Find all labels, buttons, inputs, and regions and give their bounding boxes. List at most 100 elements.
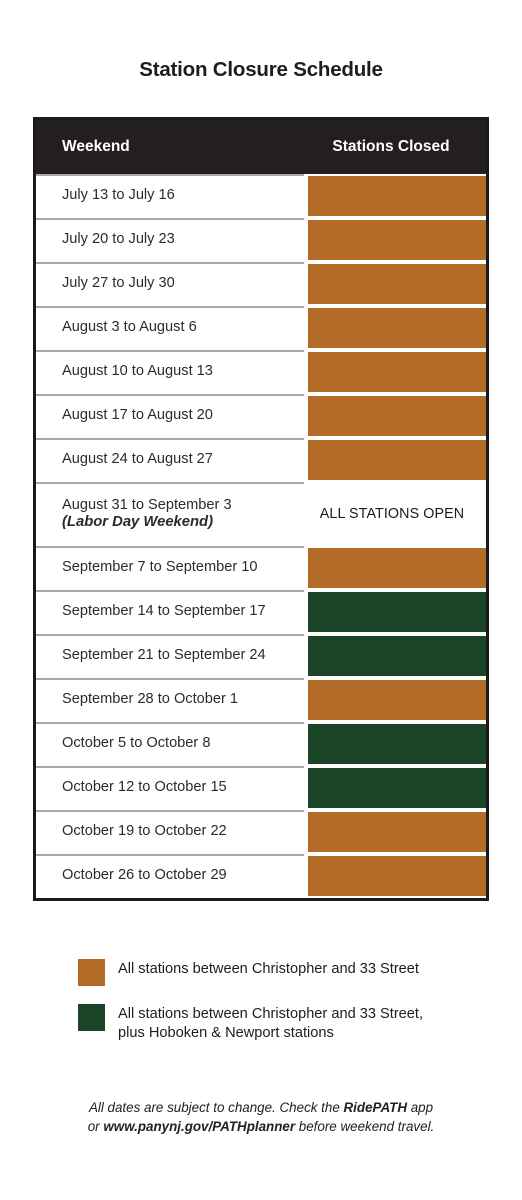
weekend-dates: October 19 to October 22 xyxy=(62,823,227,840)
weekend-cell: July 13 to July 16 xyxy=(36,187,304,204)
closure-color-block-green xyxy=(308,724,486,764)
weekend-dates: September 21 to September 24 xyxy=(62,647,266,664)
row-divider xyxy=(36,722,304,724)
closure-color-block-orange xyxy=(308,176,486,216)
legend: All stations between Christopher and 33 … xyxy=(78,958,498,1059)
weekend-dates: July 13 to July 16 xyxy=(62,187,175,204)
closure-color-block-orange xyxy=(308,396,486,436)
weekend-cell: August 10 to August 13 xyxy=(36,363,304,380)
closure-color-block-orange xyxy=(308,440,486,480)
weekend-cell: September 28 to October 1 xyxy=(36,691,304,708)
weekend-dates: July 27 to July 30 xyxy=(62,275,175,292)
row-divider xyxy=(36,634,304,636)
row-divider xyxy=(36,438,304,440)
table-row: September 14 to September 17 xyxy=(36,590,486,634)
table-row: September 7 to September 10 xyxy=(36,546,486,590)
stations-closed-cell xyxy=(304,350,486,394)
closure-color-block-orange xyxy=(308,220,486,260)
stations-closed-cell xyxy=(304,722,486,766)
weekend-cell: September 7 to September 10 xyxy=(36,559,304,576)
table-row: October 26 to October 29 xyxy=(36,854,486,898)
weekend-dates: October 5 to October 8 xyxy=(62,735,211,752)
weekend-cell: August 24 to August 27 xyxy=(36,451,304,468)
closure-color-block-orange xyxy=(308,264,486,304)
legend-label-line: All stations between Christopher and 33 … xyxy=(118,1006,424,1022)
stations-closed-cell xyxy=(304,546,486,590)
weekend-dates: August 17 to August 20 xyxy=(62,407,213,424)
weekend-dates: September 14 to September 17 xyxy=(62,603,266,620)
stations-closed-cell xyxy=(304,262,486,306)
row-divider xyxy=(36,482,304,484)
closure-color-block-green xyxy=(308,592,486,632)
row-divider xyxy=(36,766,304,768)
closure-color-block-orange xyxy=(308,812,486,852)
weekend-dates: October 26 to October 29 xyxy=(62,867,227,884)
legend-swatch-orange xyxy=(78,959,105,986)
footnote: All dates are subject to change. Check t… xyxy=(0,1098,522,1136)
closure-color-block-orange xyxy=(308,680,486,720)
legend-row: All stations between Christopher and 33 … xyxy=(78,1003,498,1042)
row-divider xyxy=(36,810,304,812)
table-row: July 13 to July 16 xyxy=(36,174,486,218)
row-divider xyxy=(36,546,304,548)
stations-closed-cell xyxy=(304,766,486,810)
row-divider xyxy=(36,262,304,264)
table-row: August 24 to August 27 xyxy=(36,438,486,482)
row-divider xyxy=(36,678,304,680)
stations-closed-cell xyxy=(304,634,486,678)
weekend-cell: October 19 to October 22 xyxy=(36,823,304,840)
weekend-cell: August 3 to August 6 xyxy=(36,319,304,336)
closure-color-block-orange xyxy=(308,352,486,392)
footnote-line-2: or www.panynj.gov/PATHplanner before wee… xyxy=(0,1117,522,1136)
row-divider xyxy=(36,590,304,592)
weekend-dates: August 31 to September 3 xyxy=(62,496,232,513)
weekend-dates: August 10 to August 13 xyxy=(62,363,213,380)
table-header-row: Weekend Stations Closed xyxy=(36,120,486,174)
row-divider xyxy=(36,306,304,308)
column-header-stations-closed: Stations Closed xyxy=(332,138,450,155)
stations-closed-cell xyxy=(304,174,486,218)
table-row: July 27 to July 30 xyxy=(36,262,486,306)
stations-closed-cell xyxy=(304,590,486,634)
row-divider xyxy=(36,174,304,176)
legend-label: All stations between Christopher and 33 … xyxy=(118,1003,423,1042)
footnote-text-2c: before weekend travel. xyxy=(295,1119,435,1135)
table-row: August 31 to September 3 (Labor Day Weeke… xyxy=(36,482,486,546)
stations-closed-cell: ALL STATIONS OPEN xyxy=(304,482,486,546)
footnote-url[interactable]: www.panynj.gov/PATHplanner xyxy=(103,1119,295,1134)
weekend-cell: October 26 to October 29 xyxy=(36,867,304,884)
column-header-weekend: Weekend xyxy=(62,138,130,155)
stations-closed-cell xyxy=(304,678,486,722)
row-divider xyxy=(36,394,304,396)
table-row: October 12 to October 15 xyxy=(36,766,486,810)
legend-label: All stations between Christopher and 33 … xyxy=(118,958,419,979)
weekend-dates: September 28 to October 1 xyxy=(62,691,239,708)
stations-closed-cell xyxy=(304,810,486,854)
legend-swatch-green xyxy=(78,1004,105,1031)
row-divider xyxy=(36,854,304,856)
closure-color-block-orange xyxy=(308,308,486,348)
all-stations-open-label: ALL STATIONS OPEN xyxy=(319,506,465,522)
footnote-text-1c: app xyxy=(407,1100,434,1115)
table-row: August 3 to August 6 xyxy=(36,306,486,350)
weekend-dates: October 12 to October 15 xyxy=(62,779,227,796)
weekend-cell: August 17 to August 20 xyxy=(36,407,304,424)
footnote-ridepath: RidePATH xyxy=(343,1100,407,1115)
table-row: August 10 to August 13 xyxy=(36,350,486,394)
legend-label-line: plus Hoboken & Newport stations xyxy=(118,1024,334,1041)
closure-color-block-green xyxy=(308,768,486,808)
table-row: July 20 to July 23 xyxy=(36,218,486,262)
page-title: Station Closure Schedule xyxy=(139,58,383,81)
table-row: October 5 to October 8 xyxy=(36,722,486,766)
footnote-text-2a: or xyxy=(87,1119,104,1135)
weekend-dates: August 3 to August 6 xyxy=(62,319,197,336)
row-divider xyxy=(36,218,304,220)
stations-closed-cell xyxy=(304,438,486,482)
table-row: October 19 to October 22 xyxy=(36,810,486,854)
schedule-table: Weekend Stations Closed July 13 to July … xyxy=(33,117,489,901)
closure-color-block-orange xyxy=(308,548,486,588)
legend-label-line: All stations between Christopher and 33 … xyxy=(118,961,419,977)
footnote-line-1: All dates are subject to change. Check t… xyxy=(0,1098,522,1117)
legend-row: All stations between Christopher and 33 … xyxy=(78,958,498,986)
row-divider xyxy=(36,350,304,352)
